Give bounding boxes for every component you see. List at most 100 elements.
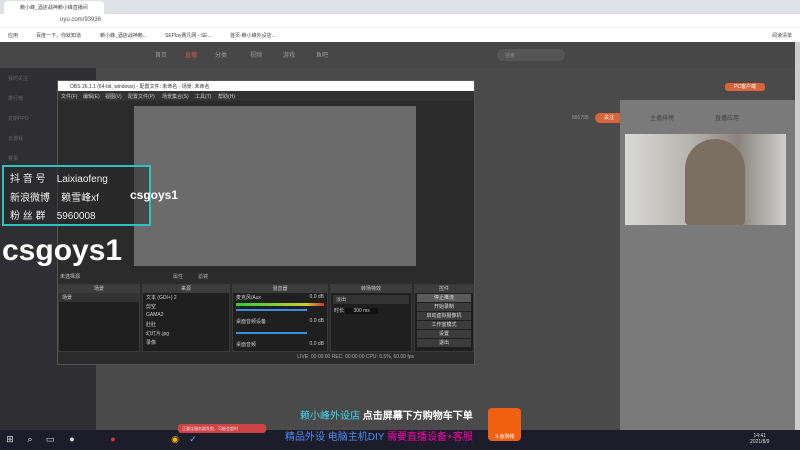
bookmark[interactable]: 首页-赖小峰外设店... [230,32,276,39]
menu-item[interactable]: 帮助(H) [218,93,235,100]
webcam-feed [625,134,786,225]
shop-desc: 精品外设 电脑主机DIY [285,432,385,443]
shop-logo[interactable]: 斗鱼购物 [488,408,521,441]
follow-button[interactable]: 关注 [595,113,623,123]
banner-line-1: 赖小峰外设店 点击屏幕下方购物车下单 [300,407,473,422]
exit-button[interactable]: 退出 [417,339,471,347]
person-image [685,139,745,225]
scrollbar[interactable] [795,42,800,430]
source-item[interactable]: 幻灯片.jpg [143,329,229,338]
shop-cta: 点击屏幕下方购物车下单 [362,411,473,422]
banner-line-2: 精品外设 电脑主机DIY 需要直播设备+客服 [285,428,473,443]
obs-status-bar: LIVE: 00:00:00 REC: 00:00:00 CPU: 0.5%, … [297,354,414,360]
source-item[interactable]: 肚肚 [143,320,229,329]
windows-start-icon[interactable]: ⊞ [5,434,15,446]
browser-tab[interactable]: 赖小峰_酒店战神赖小峰直播间 [4,1,104,14]
taskbar-clock[interactable]: 14:41 2021/8/9 [750,433,769,445]
menu-item[interactable]: 配置文件(P) [128,93,155,100]
shop-name: 赖小峰外设店 [300,411,360,422]
url-text[interactable]: uyu.com/93936 [60,17,101,23]
volume-slider[interactable] [236,309,307,311]
menu-item[interactable]: 文件(F) [61,93,77,100]
transitions-dock: 转场特效 淡出 时长 300 ms [330,284,412,352]
transition-select[interactable]: 淡出 [333,295,409,304]
streamer-rank-link[interactable]: 主播排榜 [650,113,674,122]
bookmark[interactable]: SEPlay赛凡网 - SE... [165,32,212,39]
filters-button[interactable]: 滤镜 [198,273,208,280]
obs-menu: 文件(F) 编辑(E) 视图(V) 配置文件(P) 场景集合(S) 工具(T) … [58,91,474,101]
chrome-icon[interactable]: ◉ [170,434,180,446]
volume-slider[interactable] [236,332,307,334]
bookmarks-bar: 应用 百度一下，你就知道 赖小峰_酒店战神赖... SEPlay赛凡网 - SE… [0,28,800,42]
sidebar-item[interactable]: 克斯PPO [8,115,29,122]
nav-video[interactable]: 视频 [250,50,262,59]
settings-button[interactable]: 设置 [417,330,471,338]
scenes-dock: 场景 场景 [58,284,140,352]
app-icon[interactable]: ● [108,434,118,446]
menu-item[interactable]: 视图(V) [105,93,122,100]
controls-dock: 控件 停止推流 开始录制 启动虚拟摄像机 工作室模式 设置 退出 [414,284,474,352]
dock-title: 场景 [59,285,139,293]
source-item[interactable]: 文本 (GDI+) 2 [143,293,229,302]
live-apps-link[interactable]: 直播应用 [715,113,739,122]
follow-count: 891795 [572,115,589,121]
clock-date: 2021/8/9 [750,439,770,445]
obs-preview[interactable] [134,106,416,266]
source-item[interactable]: 录像 [143,338,229,347]
nav-category[interactable]: 分类 [215,50,227,59]
properties-button[interactable]: 属性 [173,273,183,280]
streamer-name-large: csgoys1 [2,234,123,267]
bookmark[interactable]: 赖小峰_酒店战神赖... [100,32,147,39]
site-header [0,42,795,68]
address-bar[interactable] [0,14,800,28]
overlay-value: 5960008 [56,211,96,222]
search-input[interactable]: 搜索 [497,49,565,61]
menu-item[interactable]: 场景集合(S) [162,93,189,100]
toast-message[interactable]: 正重连服务器失败，可能会超时 [178,424,266,433]
browser-tab-bar: 赖小峰_酒店战神赖小峰直播间 [0,0,800,14]
steam-icon[interactable]: ✓ [188,434,198,446]
sidebar-item[interactable]: 云游戏 [8,135,23,142]
mixer-dock: 混音器 麦克风/Aux 0.0 dB 桌面音频设备 0.0 dB 桌面音频 0.0 d… [232,284,328,352]
sidebar-item[interactable]: 排行榜 [8,95,23,102]
mixer-channel: 麦克风/Aux [236,295,262,301]
obs-app-icon[interactable]: ● [67,434,77,446]
task-view-icon[interactable]: ▭ [45,434,55,446]
dock-title: 转场特效 [331,285,411,293]
scene-item[interactable]: 场景 [59,293,139,302]
mixer-channel: 桌面音频 [236,342,257,348]
duration-label: 时长 [334,308,345,314]
search-icon[interactable]: ⌕ [25,434,35,446]
nav-game[interactable]: 游戏 [283,50,295,59]
sidebar-item[interactable]: 赛事 [8,155,18,162]
mixer-db: 0.0 dB [309,341,324,347]
menu-item[interactable]: 工具(T) [195,93,211,100]
overlay-label: 粉 丝 群 [10,211,46,222]
sources-dock: 来源 文本 (GDI+) 2 剪空 GAMA2 肚肚 幻灯片.jpg 录像 [142,284,230,352]
reading-list[interactable]: 阅读清单 [772,32,792,39]
menu-item[interactable]: 编辑(E) [83,93,100,100]
duration-input[interactable]: 300 ms [345,308,378,314]
nav-home[interactable]: 首页 [155,50,167,59]
dock-title: 来源 [143,285,229,293]
studio-mode-button[interactable]: 工作室模式 [417,321,471,329]
pc-client-button[interactable]: PC客户端 [725,83,765,91]
source-label: 未选择源 [60,274,81,280]
sidebar-item[interactable]: 我的关注 [8,75,28,82]
source-item[interactable]: 剪空 [143,302,229,311]
mixer-db: 0.0 dB [309,318,324,324]
nav-live[interactable]: 直播 [185,50,197,59]
mixer-channel: 桌面音频设备 [236,319,267,325]
overlay-label: 抖 音 号 [10,174,46,185]
dock-title: 混音器 [233,285,327,293]
bookmark[interactable]: 百度一下，你就知道 [36,32,81,39]
nav-yuba[interactable]: 鱼吧 [316,50,328,59]
source-item[interactable]: GAMA2 [143,311,229,320]
virtual-camera-button[interactable]: 启动虚拟摄像机 [417,312,471,320]
obs-title: OBS 26.1.1 (64-bit, windows) - 配置文件: 未命名… [58,81,474,91]
bookmark[interactable]: 应用 [8,32,18,39]
dock-title: 控件 [415,285,473,293]
start-recording-button[interactable]: 开始录制 [417,303,471,311]
volume-meter [236,303,324,306]
stop-streaming-button[interactable]: 停止推流 [417,294,471,302]
